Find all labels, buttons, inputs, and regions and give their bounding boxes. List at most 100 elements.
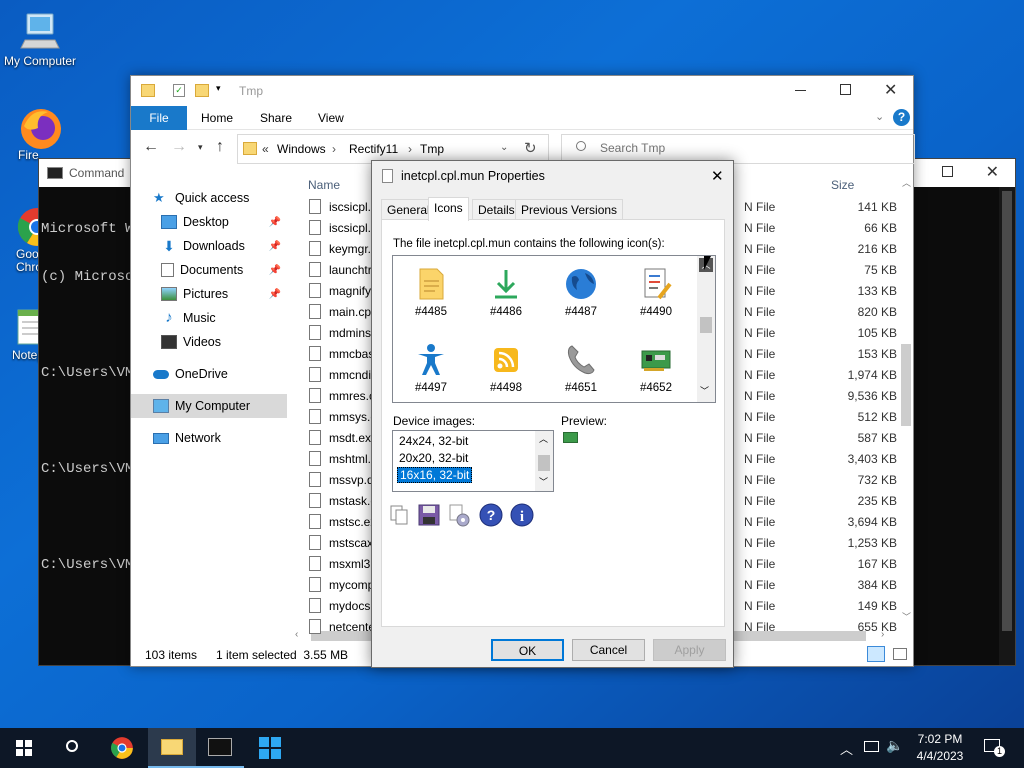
device-images-list[interactable]: 24x24, 32-bit 20x20, 32-bit 16x16, 32-bi… bbox=[392, 430, 554, 492]
file-icon bbox=[382, 169, 393, 183]
explorer-title-bar[interactable]: ✓ ▾ Tmp ✕ bbox=[131, 76, 913, 106]
breadcrumb-tmp[interactable]: Tmp bbox=[420, 142, 444, 156]
address-prefix[interactable]: « bbox=[262, 142, 269, 156]
icon-item[interactable]: #4498 bbox=[474, 342, 538, 394]
volume-icon[interactable]: 🔈 bbox=[886, 737, 903, 754]
maximize-icon[interactable] bbox=[840, 84, 851, 95]
new-folder-quick-icon[interactable] bbox=[195, 84, 209, 97]
taskbar-rectify-app[interactable] bbox=[246, 728, 294, 768]
start-button[interactable] bbox=[0, 728, 48, 768]
ok-button[interactable]: OK bbox=[491, 639, 564, 661]
nav-desktop[interactable]: Desktop 📌 bbox=[131, 210, 287, 234]
file-icon bbox=[309, 304, 321, 319]
network-status-icon[interactable] bbox=[864, 741, 879, 752]
globe-icon bbox=[563, 266, 599, 302]
pin-icon[interactable]: 📌 bbox=[269, 217, 281, 228]
ribbon-tab-file[interactable]: File bbox=[131, 106, 187, 130]
cmd-scroll-thumb[interactable] bbox=[1002, 191, 1012, 631]
tab-details[interactable]: Details bbox=[472, 199, 521, 220]
breadcrumb-rectify11[interactable]: Rectify11 bbox=[349, 142, 398, 156]
close-icon[interactable]: ✕ bbox=[884, 80, 897, 100]
scroll-down-icon[interactable]: ﹀ bbox=[539, 475, 548, 488]
icon-gallery[interactable]: #4485 #4486 #4487 #4490 #4497 #4498 #465… bbox=[392, 255, 716, 403]
scroll-down-icon[interactable]: ﹀ bbox=[700, 384, 709, 397]
search-button[interactable] bbox=[48, 728, 96, 768]
save-icon[interactable] bbox=[416, 502, 442, 528]
nav-quick-access[interactable]: ★ Quick access bbox=[131, 186, 287, 210]
address-dropdown-icon[interactable]: ⌄ bbox=[500, 142, 508, 153]
info-icon[interactable]: i bbox=[509, 502, 535, 528]
scroll-thumb[interactable] bbox=[700, 317, 712, 333]
column-header-name[interactable]: Name bbox=[308, 178, 340, 192]
back-icon[interactable]: ← bbox=[143, 138, 159, 156]
list-item[interactable]: 20x20, 32-bit bbox=[399, 451, 468, 465]
list-item[interactable]: 24x24, 32-bit bbox=[399, 434, 468, 448]
ribbon-tab-view[interactable]: View bbox=[318, 106, 344, 130]
icon-item[interactable]: #4497 bbox=[399, 342, 463, 394]
list-item-selected[interactable]: 16x16, 32-bit bbox=[397, 467, 473, 483]
taskbar-file-explorer[interactable] bbox=[148, 728, 196, 768]
apply-button[interactable]: Apply bbox=[653, 639, 726, 661]
customize-toolbar-icon[interactable]: ▾ bbox=[216, 83, 221, 94]
clock[interactable]: 7:02 PM 4/4/2023 bbox=[910, 731, 970, 765]
nav-onedrive[interactable]: OneDrive bbox=[131, 362, 287, 386]
close-icon[interactable]: ✕ bbox=[986, 162, 999, 182]
nav-network[interactable]: Network bbox=[131, 426, 287, 450]
large-icons-view-icon[interactable] bbox=[893, 648, 907, 660]
tab-previous-versions[interactable]: Previous Versions bbox=[515, 199, 624, 220]
list-scrollbar[interactable]: ︿ ﹀ bbox=[535, 431, 553, 491]
icon-item[interactable]: #4485 bbox=[399, 266, 463, 318]
pin-icon[interactable]: 📌 bbox=[269, 289, 281, 300]
maximize-icon[interactable] bbox=[942, 166, 953, 177]
column-header-size[interactable]: Size bbox=[831, 178, 854, 192]
ribbon-tab-home[interactable]: Home bbox=[201, 106, 233, 130]
details-view-icon[interactable] bbox=[867, 646, 885, 662]
help-icon[interactable]: ? bbox=[893, 109, 910, 126]
breadcrumb-windows[interactable]: Windows bbox=[277, 142, 326, 156]
nav-pictures[interactable]: Pictures 📌 bbox=[131, 282, 287, 306]
icon-item[interactable]: #4651 bbox=[549, 342, 613, 394]
icon-item[interactable]: #4486 bbox=[474, 266, 538, 318]
nav-videos[interactable]: Videos bbox=[131, 330, 287, 354]
scroll-left-icon[interactable]: ‹ bbox=[295, 629, 298, 640]
expand-ribbon-icon[interactable]: ⌄ bbox=[875, 110, 884, 123]
refresh-icon[interactable]: ↻ bbox=[524, 139, 537, 157]
settings-gear-icon[interactable] bbox=[446, 502, 472, 528]
ribbon-tab-share[interactable]: Share bbox=[260, 106, 292, 130]
taskbar-chrome[interactable] bbox=[98, 728, 146, 768]
scroll-up-icon[interactable]: ︿ bbox=[539, 432, 548, 445]
desktop-icon-my-computer[interactable]: My Computer bbox=[0, 10, 80, 68]
pin-icon[interactable]: 📌 bbox=[269, 265, 281, 276]
cancel-button[interactable]: Cancel bbox=[572, 639, 645, 661]
nav-my-computer[interactable]: My Computer bbox=[131, 394, 287, 418]
show-hidden-icons-icon[interactable]: ︿ bbox=[840, 739, 853, 758]
help-icon[interactable]: ? bbox=[478, 502, 504, 528]
nav-music[interactable]: ♪ Music bbox=[131, 306, 287, 330]
up-icon[interactable]: ↑ bbox=[216, 138, 224, 156]
recent-locations-icon[interactable]: ▾ bbox=[198, 142, 203, 153]
pin-icon[interactable]: 📌 bbox=[269, 241, 281, 252]
file-type: N File bbox=[744, 514, 776, 529]
icon-item[interactable]: #4490 bbox=[624, 266, 688, 318]
desktop-icon-firefox[interactable]: Fire bbox=[0, 106, 68, 162]
search-input[interactable] bbox=[600, 141, 800, 155]
scroll-up-icon[interactable]: ︿ bbox=[902, 176, 911, 189]
icon-gallery-scrollbar[interactable]: ︿ ﹀ bbox=[697, 256, 715, 402]
nav-downloads[interactable]: ⬇ Downloads 📌 bbox=[131, 234, 287, 258]
taskbar-command-prompt[interactable] bbox=[196, 728, 244, 768]
icon-item[interactable]: #4652 bbox=[624, 342, 688, 394]
nav-documents[interactable]: Documents 📌 bbox=[131, 258, 287, 282]
status-item-count: 103 items bbox=[145, 648, 198, 662]
tab-icons[interactable]: Icons bbox=[428, 197, 469, 221]
icon-item[interactable]: #4487 bbox=[549, 266, 613, 318]
minimize-icon[interactable] bbox=[795, 90, 806, 91]
copy-icon[interactable] bbox=[386, 502, 412, 528]
notification-center-button[interactable]: 1 bbox=[982, 737, 1005, 757]
properties-quick-icon[interactable]: ✓ bbox=[173, 84, 185, 97]
close-icon[interactable]: ✕ bbox=[711, 167, 724, 185]
scroll-thumb[interactable] bbox=[538, 455, 550, 471]
file-type: N File bbox=[744, 472, 776, 487]
properties-dialog[interactable]: inetcpl.cpl.mun Properties ✕ General Ico… bbox=[371, 160, 734, 668]
forward-icon[interactable]: → bbox=[171, 138, 187, 156]
cmd-scrollbar[interactable] bbox=[999, 187, 1015, 665]
